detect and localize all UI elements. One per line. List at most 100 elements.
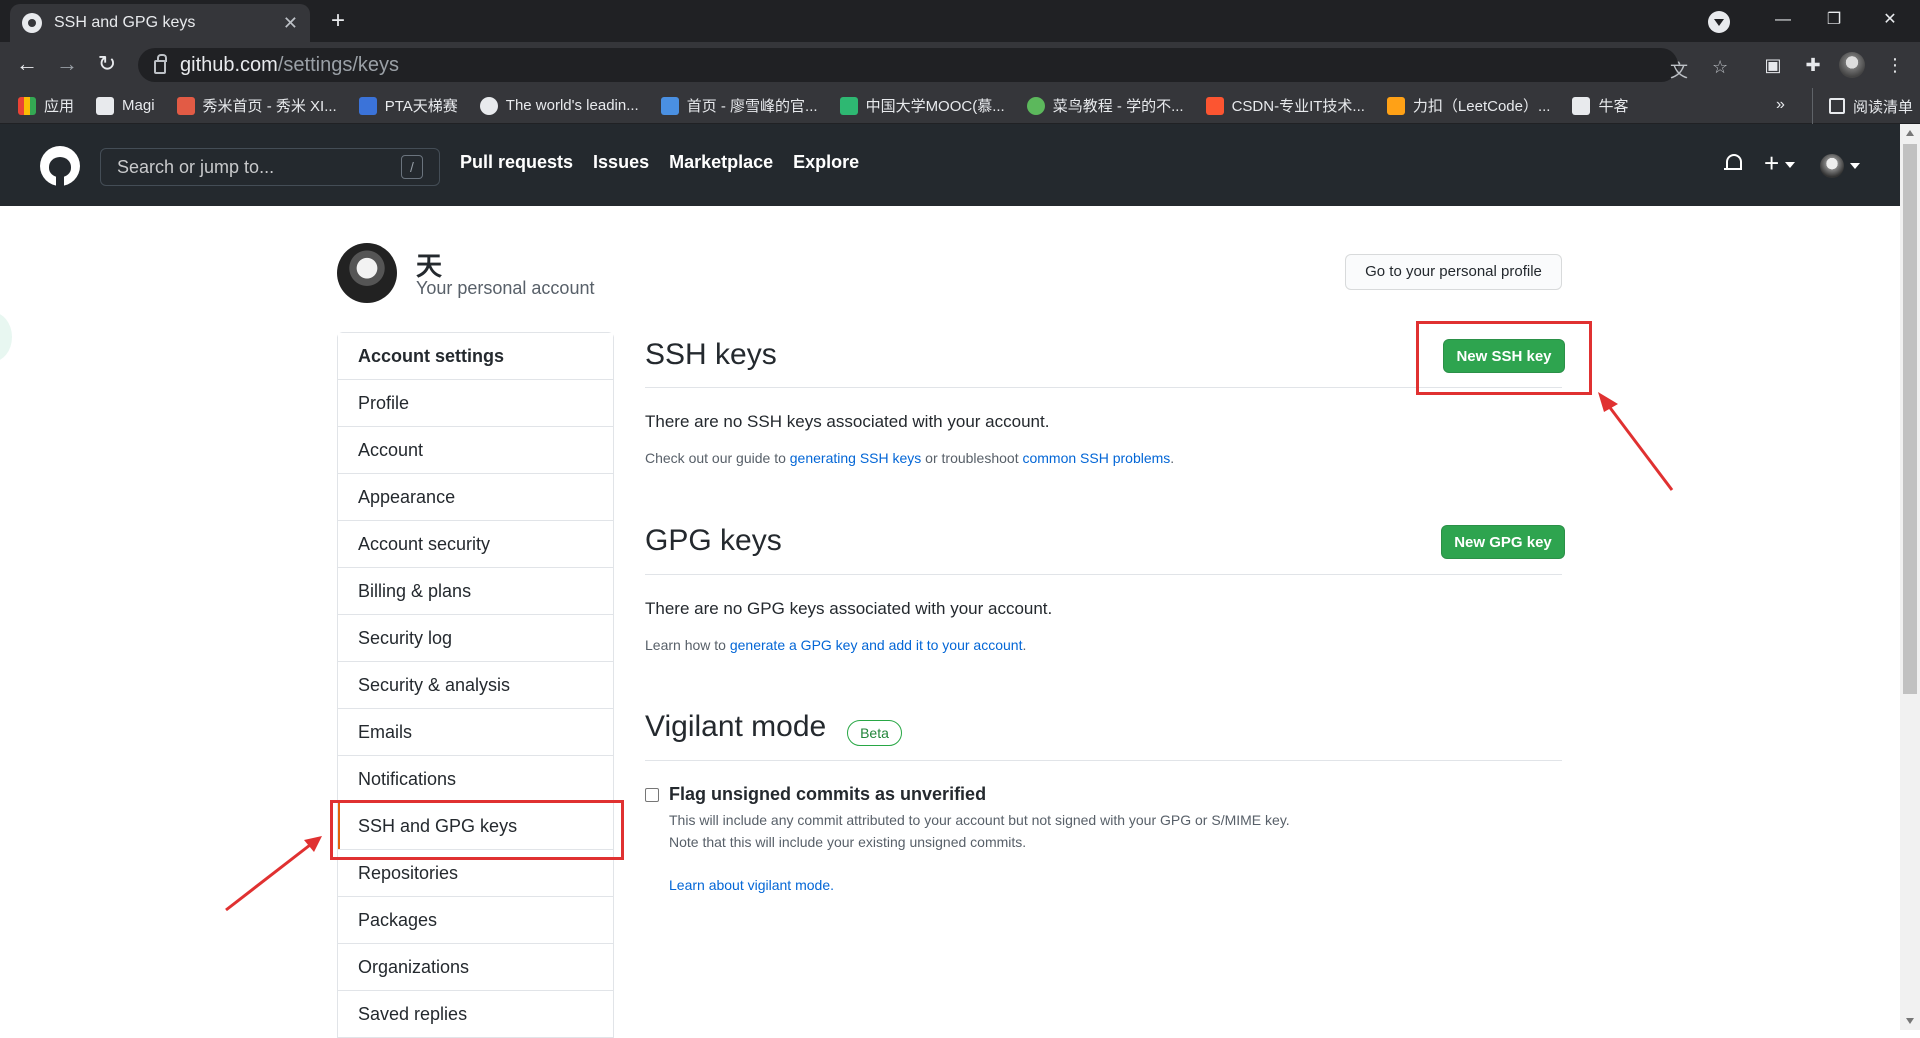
nav-issues[interactable]: Issues bbox=[593, 152, 649, 173]
beta-badge: Beta bbox=[847, 720, 902, 746]
search-placeholder: Search or jump to... bbox=[117, 156, 275, 177]
translate-icon[interactable]: 文 bbox=[1670, 57, 1688, 83]
reload-icon[interactable]: ↻ bbox=[92, 50, 122, 80]
sidebar-item-organizations[interactable]: Organizations bbox=[338, 944, 613, 991]
search-input[interactable]: Search or jump to... / bbox=[100, 148, 440, 186]
sidebar-header: Account settings bbox=[338, 333, 613, 380]
github-header: Search or jump to... / Pull requests Iss… bbox=[0, 124, 1900, 206]
sidebar-item-emails[interactable]: Emails bbox=[338, 709, 613, 756]
sidebar-item-profile[interactable]: Profile bbox=[338, 380, 613, 427]
gpg-learn-text: Learn how to generate a GPG key and add … bbox=[645, 637, 1027, 653]
bookmarks-more-button[interactable]: » bbox=[1776, 96, 1785, 114]
learn-vigilant-mode-link[interactable]: Learn about vigilant mode. bbox=[669, 877, 834, 893]
sidebar-item-account-security[interactable]: Account security bbox=[338, 521, 613, 568]
common-ssh-problems-link[interactable]: common SSH problems bbox=[1022, 450, 1170, 466]
chevron-down-icon bbox=[1785, 162, 1796, 169]
lock-icon bbox=[154, 54, 167, 74]
sidebar-item-packages[interactable]: Packages bbox=[338, 897, 613, 944]
annotation-arrow-icon bbox=[225, 836, 322, 912]
restore-button[interactable]: ❐ bbox=[1806, 0, 1862, 42]
bookmarks-bar: 应用 Magi 秀米首页 - 秀米 XI... PTA天梯赛 The world… bbox=[0, 88, 1920, 124]
extensions-puzzle-icon[interactable]: ✚ bbox=[1798, 50, 1828, 80]
account-type-label: Your personal account bbox=[416, 278, 595, 298]
ssh-guide-text: Check out our guide to generating SSH ke… bbox=[645, 450, 1175, 466]
scroll-down-icon[interactable] bbox=[1906, 1018, 1914, 1024]
browser-tabstrip: SSH and GPG keys ✕ + — ❐ ✕ bbox=[0, 0, 1920, 42]
bookmark-item[interactable]: 秀米首页 - 秀米 XI... bbox=[176, 95, 337, 116]
tab-title: SSH and GPG keys bbox=[54, 14, 196, 31]
scrollbar-thumb[interactable] bbox=[1903, 144, 1917, 694]
nav-marketplace[interactable]: Marketplace bbox=[669, 152, 773, 173]
gpg-keys-title: GPG keys bbox=[645, 524, 782, 557]
annotation-highlight-box bbox=[330, 800, 624, 860]
scroll-up-icon[interactable] bbox=[1906, 130, 1914, 136]
vigilant-description-note: Note that this will include your existin… bbox=[669, 834, 1027, 850]
bookmark-item[interactable]: PTA天梯赛 bbox=[358, 95, 458, 116]
user-menu-dropdown[interactable] bbox=[1820, 154, 1860, 178]
bookmark-item[interactable]: 牛客 bbox=[1572, 95, 1629, 116]
bookmark-favicon-icon bbox=[1026, 96, 1045, 115]
new-gpg-key-button[interactable]: New GPG key bbox=[1441, 525, 1565, 559]
sidebar-item-saved-replies[interactable]: Saved replies bbox=[338, 991, 613, 1038]
url-path: /settings/keys bbox=[277, 53, 400, 76]
bookmark-item[interactable]: 菜鸟教程 - 学的不... bbox=[1026, 95, 1184, 116]
annotation-highlight-box bbox=[1416, 321, 1592, 395]
minimize-button[interactable]: — bbox=[1755, 0, 1811, 42]
go-to-profile-button[interactable]: Go to your personal profile bbox=[1345, 254, 1562, 290]
sidebar-item-security-analysis[interactable]: Security & analysis bbox=[338, 662, 613, 709]
reading-list-icon bbox=[1829, 98, 1845, 114]
bookmark-favicon-icon bbox=[839, 96, 858, 115]
user-avatar[interactable] bbox=[337, 243, 397, 303]
notifications-bell-icon[interactable] bbox=[1724, 154, 1742, 174]
search-shortcut-hint: / bbox=[401, 155, 423, 179]
side-edge-widget[interactable] bbox=[0, 312, 12, 362]
bookmark-item[interactable]: 中国大学MOOC(慕... bbox=[839, 95, 1005, 116]
bookmark-favicon-icon bbox=[358, 96, 377, 115]
sidebar-item-notifications[interactable]: Notifications bbox=[338, 756, 613, 803]
reading-list-button[interactable]: 阅读清单 bbox=[1812, 88, 1913, 124]
github-logo-icon[interactable] bbox=[40, 146, 80, 186]
bookmark-item[interactable]: 首页 - 廖雪峰的官... bbox=[660, 95, 818, 116]
bookmark-favicon-icon bbox=[176, 96, 195, 115]
url-host: github.com bbox=[180, 53, 278, 76]
tab-ssh-gpg-keys[interactable]: SSH and GPG keys ✕ bbox=[10, 4, 310, 42]
sidebar-item-security-log[interactable]: Security log bbox=[338, 615, 613, 662]
sidebar-item-account[interactable]: Account bbox=[338, 427, 613, 474]
bookmark-item[interactable]: CSDN-专业IT技术... bbox=[1205, 95, 1365, 116]
bookmark-item[interactable]: 应用 bbox=[18, 95, 74, 116]
apps-grid-icon bbox=[18, 96, 36, 115]
address-bar[interactable]: github.com/settings/keys 文 ☆ bbox=[138, 48, 1728, 82]
avatar bbox=[1820, 154, 1844, 178]
generating-ssh-keys-link[interactable]: generating SSH keys bbox=[790, 450, 922, 466]
ssh-keys-title: SSH keys bbox=[645, 338, 777, 371]
bookmark-star-icon[interactable]: ☆ bbox=[1712, 57, 1728, 78]
github-favicon-icon bbox=[22, 13, 42, 33]
bookmark-favicon-icon bbox=[1205, 96, 1224, 115]
nav-explore[interactable]: Explore bbox=[793, 152, 859, 173]
flag-unsigned-checkbox[interactable] bbox=[645, 788, 659, 802]
profile-avatar-icon[interactable] bbox=[1839, 52, 1865, 78]
bookmark-item[interactable]: 力扣（LeetCode）... bbox=[1386, 95, 1550, 116]
browser-menu-icon[interactable]: ⋮ bbox=[1880, 50, 1910, 80]
flag-unsigned-label[interactable]: Flag unsigned commits as unverified bbox=[669, 784, 986, 805]
new-tab-button[interactable]: + bbox=[324, 8, 352, 36]
generate-gpg-key-link[interactable]: generate a GPG key and add it to your ac… bbox=[730, 637, 1023, 653]
create-new-dropdown[interactable]: + bbox=[1764, 148, 1796, 179]
settings-sidebar: Account settings Profile Account Appeara… bbox=[337, 332, 614, 1038]
sidebar-item-billing[interactable]: Billing & plans bbox=[338, 568, 613, 615]
page-scrollbar[interactable] bbox=[1900, 124, 1920, 1030]
sidebar-item-appearance[interactable]: Appearance bbox=[338, 474, 613, 521]
tab-close-icon[interactable]: ✕ bbox=[283, 13, 298, 34]
tab-search-icon[interactable] bbox=[1708, 11, 1730, 33]
bookmark-favicon-icon bbox=[1572, 96, 1591, 115]
bookmark-favicon-icon bbox=[96, 96, 115, 115]
extension-badge-icon[interactable]: ▣ bbox=[1758, 50, 1788, 80]
close-window-button[interactable]: ✕ bbox=[1862, 0, 1918, 42]
bookmark-favicon-icon bbox=[660, 96, 679, 115]
vigilant-mode-title: Vigilant mode bbox=[645, 710, 827, 743]
nav-pull-requests[interactable]: Pull requests bbox=[460, 152, 573, 173]
forward-arrow-icon[interactable]: → bbox=[52, 50, 82, 80]
bookmark-item[interactable]: Magi bbox=[96, 96, 155, 115]
bookmark-item[interactable]: The world's leadin... bbox=[479, 96, 639, 115]
back-arrow-icon[interactable]: ← bbox=[12, 50, 42, 80]
